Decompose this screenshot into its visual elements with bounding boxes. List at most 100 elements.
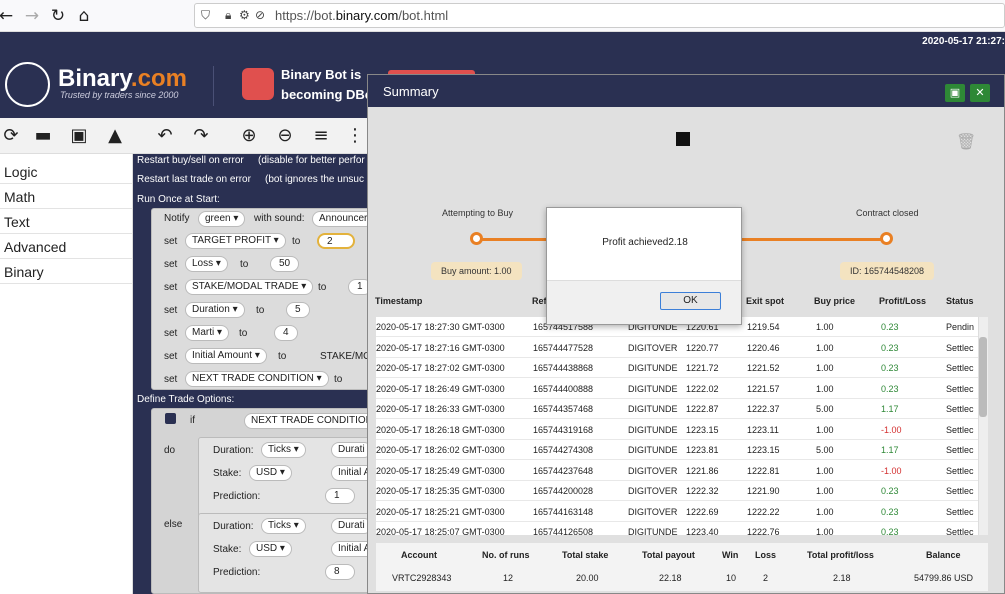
totals-header-win: Win [722,550,739,560]
sidebar-item-advanced[interactable]: Advanced [0,234,132,259]
table-row[interactable]: 2020-05-17 18:26:02 GMT-0300 165744274308… [376,440,978,460]
cell-buy-price: 1.00 [816,363,834,373]
sidebar-item-binary[interactable]: Binary [0,259,132,284]
table-row[interactable]: 2020-05-17 18:26:33 GMT-0300 165744357468… [376,399,978,419]
rearrange-icon[interactable]: ≡ [310,126,332,146]
if-else-block[interactable]: if NEXT TRADE CONDITION do Duration: Tic… [151,408,370,594]
set-label: set [164,328,178,339]
var-dropdown-duration[interactable]: Duration ▾ [185,302,245,318]
transactions-table[interactable]: 2020-05-17 18:27:30 GMT-0300 165744517588… [376,317,978,535]
table-row[interactable]: 2020-05-17 18:27:02 GMT-0300 165744438868… [376,358,978,378]
duration-unit-dropdown[interactable]: Ticks ▾ [261,442,306,458]
notify-color-dropdown[interactable]: green ▾ [198,211,246,227]
ok-button[interactable]: OK [660,292,721,310]
back-icon[interactable]: ← [0,6,16,26]
totals-header-profit: Total profit/loss [807,550,874,560]
table-row[interactable]: 2020-05-17 18:25:49 GMT-0300 165744237648… [376,461,978,481]
binary-logo-icon[interactable] [5,62,50,107]
stop-icon[interactable] [676,132,690,146]
stake-var[interactable]: Initial A [331,465,370,481]
redo-icon[interactable]: ↷ [190,126,212,146]
sidebar-item-logic[interactable]: Logic [0,159,132,184]
run-once-block[interactable]: Notify green ▾ with sound: Announcer set… [151,208,370,390]
sidebar-item-text[interactable]: Text [0,209,132,234]
reload-icon[interactable]: ↻ [48,6,68,26]
col-ref[interactable]: Ref [532,296,547,306]
shield-icon[interactable]: ⛉ [201,8,210,23]
save-icon[interactable]: ▣ [68,126,90,146]
stake-label: Stake: [213,468,242,479]
duration-value[interactable]: 5 [286,302,310,318]
col-profit-loss[interactable]: Profit/Loss [879,296,926,306]
else-trade-options[interactable]: Duration: Ticks ▾ Durati Stake: USD ▾ In… [198,513,370,593]
promo-line-2: becoming DBo [281,87,373,102]
cell-exit-spot: 1220.46 [747,342,780,353]
duration-var[interactable]: Durati [331,518,370,534]
prediction-else-value[interactable]: 8 [325,564,355,580]
var-dropdown-next-trade-condition[interactable]: NEXT TRADE CONDITION ▾ [185,371,329,387]
tracking-icon[interactable]: ⊘ [255,8,265,22]
cell-buy-price: 1.00 [816,465,834,476]
table-row[interactable]: 2020-05-17 18:25:07 GMT-0300 165744126508… [376,522,978,535]
cell-exit-spot: 1222.76 [747,527,780,535]
cell-status: Settlec [946,506,974,517]
permissions-icon[interactable]: ⚙ [239,8,250,22]
table-row[interactable]: 2020-05-17 18:25:21 GMT-0300 165744163148… [376,502,978,522]
table-row[interactable]: 2020-05-17 18:26:49 GMT-0300 165744400888… [376,379,978,399]
duration-var[interactable]: Durati [331,442,370,458]
zoom-out-icon[interactable]: ⊖ [274,126,296,146]
loss-value[interactable]: 50 [270,256,300,272]
google-drive-icon[interactable]: ▲ [104,126,126,146]
reset-icon[interactable]: ⟳ [0,126,22,146]
gear-icon[interactable] [165,413,176,424]
stake-var[interactable]: Initial A [331,541,370,557]
sidebar-item-math[interactable]: Math [0,184,132,209]
currency-dropdown[interactable]: USD ▾ [249,465,292,481]
var-dropdown-marti[interactable]: Marti ▾ [185,325,230,341]
col-timestamp[interactable]: Timestamp [375,296,422,306]
col-exit-spot[interactable]: Exit spot [746,296,784,306]
var-dropdown-target-profit[interactable]: TARGET PROFIT ▾ [185,233,286,249]
set-label: set [164,351,178,362]
home-icon[interactable]: ⌂ [74,6,94,26]
table-scrollbar-thumb[interactable] [979,337,987,417]
close-summary-button[interactable]: ✕ [970,84,990,102]
cell-buy-price: 1.00 [816,383,834,394]
lock-icon[interactable]: 🔒︎ [225,8,231,23]
else-label: else [164,519,183,530]
url-text[interactable]: https://bot.binary.com/bot.html [275,8,448,23]
var-dropdown-initial-amount[interactable]: Initial Amount ▾ [185,348,267,364]
table-row[interactable]: 2020-05-17 18:26:18 GMT-0300 165744319168… [376,420,978,440]
sound-dropdown[interactable]: Announcer [312,211,370,227]
var-dropdown-stake[interactable]: STAKE/MODAL TRADE ▾ [185,279,314,295]
table-row[interactable]: 2020-05-17 18:27:16 GMT-0300 165744477528… [376,338,978,358]
if-condition-var[interactable]: NEXT TRADE CONDITION [244,413,370,429]
undo-icon[interactable]: ↶ [154,126,176,146]
open-folder-icon[interactable]: ▬ [32,126,54,146]
zoom-in-icon[interactable]: ⊕ [238,126,260,146]
more-icon[interactable]: ⋮ [344,126,366,146]
col-status[interactable]: Status [946,296,974,306]
totals-account: VRTC2928343 [392,573,452,583]
do-trade-options[interactable]: Duration: Ticks ▾ Durati Stake: USD ▾ In… [198,437,370,517]
duration-unit-dropdown[interactable]: Ticks ▾ [261,518,306,534]
prediction-do-value[interactable]: 1 [325,488,355,504]
stage-attempting-to-buy: Attempting to Buy [442,208,514,218]
initial-amount-value[interactable]: STAKE/MO [320,351,370,362]
var-dropdown-loss[interactable]: Loss ▾ [185,256,228,272]
save-summary-button[interactable]: ▣ [945,84,965,102]
target-profit-value[interactable]: 2 [317,233,355,249]
trash-icon[interactable]: 🗑︎ [956,132,976,152]
col-buy-price[interactable]: Buy price [814,296,855,306]
cell-profit-loss: 0.23 [881,363,899,373]
to-label: to [318,282,327,293]
cell-contract-type: DIGITOVER [628,342,678,353]
blockly-workspace[interactable]: Restart buy/sell on error (disable for b… [133,154,370,594]
table-row[interactable]: 2020-05-17 18:25:35 GMT-0300 165744200028… [376,481,978,501]
marti-value[interactable]: 4 [274,325,298,341]
brand-name[interactable]: Binary.com [58,65,187,93]
forward-icon[interactable]: → [22,6,42,26]
top-bar: 2020-05-17 21:27: [0,32,1005,52]
address-bar[interactable]: ⛉ 🔒︎ ⚙ ⊘ https://bot.binary.com/bot.html [194,3,1005,28]
currency-dropdown[interactable]: USD ▾ [249,541,292,557]
